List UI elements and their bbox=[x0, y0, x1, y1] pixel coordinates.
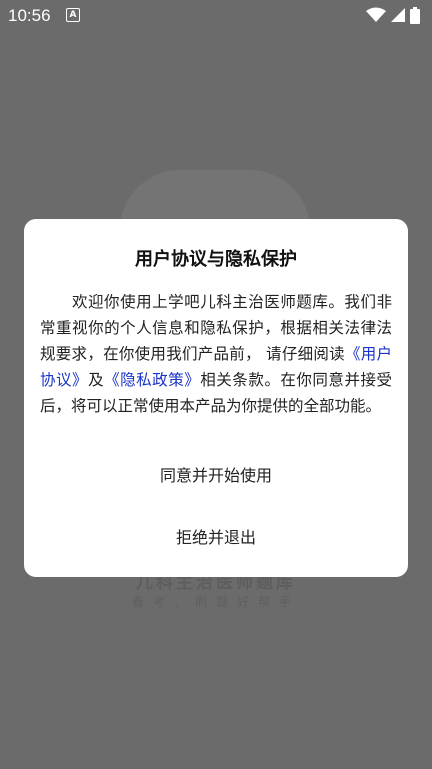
privacy-policy-link[interactable]: 《隐私政策》 bbox=[104, 371, 200, 389]
status-bar: 10:56 A bbox=[0, 0, 432, 30]
status-time: 10:56 bbox=[8, 6, 51, 25]
system-icons bbox=[366, 6, 420, 24]
agree-button[interactable]: 同意并开始使用 bbox=[24, 463, 408, 489]
wifi-icon bbox=[366, 7, 386, 22]
privacy-dialog: 用户协议与隐私保护 欢迎你使用上学吧儿科主治医师题库。我们非常重视你的个人信息和… bbox=[24, 219, 408, 577]
dialog-body: 欢迎你使用上学吧儿科主治医师题库。我们非常重视你的个人信息和隐私保护，根据相关法… bbox=[40, 289, 392, 419]
background-app-subtitle: 备考、刷题好帮手 bbox=[131, 595, 300, 609]
battery-icon bbox=[410, 6, 420, 24]
signal-icon bbox=[391, 8, 405, 22]
dialog-title: 用户协议与隐私保护 bbox=[135, 249, 297, 270]
reject-button[interactable]: 拒绝并退出 bbox=[24, 525, 408, 551]
body-text-part1: 欢迎你使用上学吧儿科主治医师题库。我们非常重视你的个人信息和隐私保护，根据相关法… bbox=[40, 293, 392, 363]
and-text: 及 bbox=[88, 371, 105, 389]
a-letter-icon: A bbox=[66, 8, 80, 22]
